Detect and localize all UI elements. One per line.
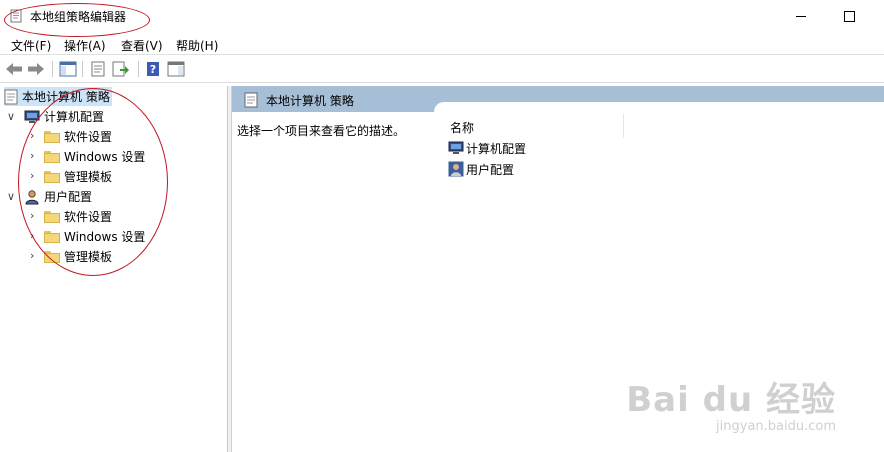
chevron-right-icon[interactable]: ›: [30, 249, 34, 262]
tree-item-computer-config[interactable]: 计算机配置: [24, 107, 104, 126]
menu-bar: 文件(F) 操作(A) 查看(V) 帮助(H): [0, 34, 884, 55]
toolbar-separator: [138, 61, 139, 77]
export-list-button[interactable]: [111, 60, 131, 78]
tree-item-user-config[interactable]: 用户配置: [24, 187, 92, 206]
watermark-logo: Bai du 经验: [626, 380, 836, 420]
help-icon: ?: [147, 62, 159, 76]
chevron-right-icon[interactable]: ›: [30, 229, 34, 242]
maximize-button[interactable]: [826, 0, 872, 33]
properties-icon: [91, 61, 105, 77]
chevron-right-icon[interactable]: ›: [30, 209, 34, 222]
minimize-button[interactable]: [778, 0, 824, 33]
folder-icon: [44, 230, 60, 243]
folder-icon: [44, 210, 60, 223]
back-button[interactable]: [4, 60, 24, 78]
properties-button[interactable]: [88, 60, 108, 78]
toolbar: ?: [0, 56, 884, 83]
tree-item-computer-windows-settings[interactable]: Windows 设置: [44, 147, 145, 166]
menu-view[interactable]: 查看(V): [121, 37, 163, 54]
tree-item-computer-admin-templates[interactable]: 管理模板: [44, 167, 112, 186]
show-hide-tree-icon: [59, 61, 77, 77]
tree-item-label: 软件设置: [64, 130, 113, 144]
list-item-computer-config[interactable]: 计算机配置: [448, 139, 526, 157]
action-pane-button[interactable]: [166, 60, 186, 78]
menu-help[interactable]: 帮助(H): [176, 37, 218, 54]
chevron-down-icon[interactable]: ∨: [7, 190, 15, 203]
user-icon: [448, 161, 464, 177]
forward-button[interactable]: [26, 60, 46, 78]
watermark-url: jingyan.baidu.com: [716, 419, 836, 434]
tree-item-label: 管理模板: [64, 250, 113, 264]
svg-text:?: ?: [150, 63, 156, 76]
computer-icon: [448, 141, 464, 154]
show-hide-tree-button[interactable]: [58, 60, 78, 78]
forward-arrow-icon: [28, 63, 44, 75]
tree-root-label: 本地计算机 策略: [22, 90, 110, 104]
tree-item-label: 用户配置: [44, 190, 93, 204]
folder-icon: [44, 130, 60, 143]
column-header-name[interactable]: 名称: [450, 119, 474, 136]
tree-item-user-admin-templates[interactable]: 管理模板: [44, 247, 112, 266]
action-pane-icon: [167, 61, 185, 77]
user-icon: [25, 189, 39, 204]
menu-action[interactable]: 操作(A): [64, 37, 106, 54]
chevron-right-icon[interactable]: ›: [30, 169, 34, 182]
tree-item-computer-software-settings[interactable]: 软件设置: [44, 127, 112, 146]
column-divider[interactable]: [623, 114, 624, 138]
policy-document-icon: [10, 9, 22, 23]
toolbar-separator: [82, 61, 83, 77]
policy-document-icon: [4, 89, 18, 104]
folder-icon: [44, 150, 60, 163]
title-bar: 本地组策略编辑器: [0, 0, 884, 33]
description-text: 选择一个项目来查看它的描述。: [237, 124, 406, 138]
back-arrow-icon: [6, 63, 22, 75]
policy-document-icon: [244, 92, 258, 108]
list-item-label: 用户配置: [466, 162, 515, 177]
content-header-title: 本地计算机 策略: [266, 94, 354, 108]
tree-item-label: 软件设置: [64, 210, 113, 224]
list-item-label: 计算机配置: [466, 141, 527, 156]
tree-item-label: 计算机配置: [44, 110, 105, 124]
chevron-down-icon[interactable]: ∨: [7, 110, 15, 123]
minimize-icon: [796, 16, 806, 17]
folder-icon: [44, 170, 60, 183]
chevron-right-icon[interactable]: ›: [30, 129, 34, 142]
tree-root-local-computer-policy[interactable]: 本地计算机 策略: [4, 87, 112, 106]
export-list-icon: [112, 61, 129, 77]
tree-item-label: 管理模板: [64, 170, 113, 184]
computer-icon: [24, 110, 40, 123]
tree-pane: 本地计算机 策略 ∨ 计算机配置 › 软件设置 › Windows 设置 › 管…: [0, 86, 228, 452]
tree-item-user-windows-settings[interactable]: Windows 设置: [44, 227, 145, 246]
list-item-user-config[interactable]: 用户配置: [448, 160, 514, 178]
help-button[interactable]: ?: [143, 60, 163, 78]
tree-item-label: Windows 设置: [64, 150, 146, 164]
tree-item-user-software-settings[interactable]: 软件设置: [44, 207, 112, 226]
menu-file[interactable]: 文件(F): [11, 37, 51, 54]
window-title: 本地组策略编辑器: [30, 10, 127, 24]
chevron-right-icon[interactable]: ›: [30, 149, 34, 162]
toolbar-separator: [52, 61, 53, 77]
folder-icon: [44, 250, 60, 263]
maximize-icon: [843, 11, 855, 22]
tree-item-label: Windows 设置: [64, 230, 146, 244]
baidu-watermark: Bai du 经验 jingyan.baidu.com: [626, 372, 836, 434]
